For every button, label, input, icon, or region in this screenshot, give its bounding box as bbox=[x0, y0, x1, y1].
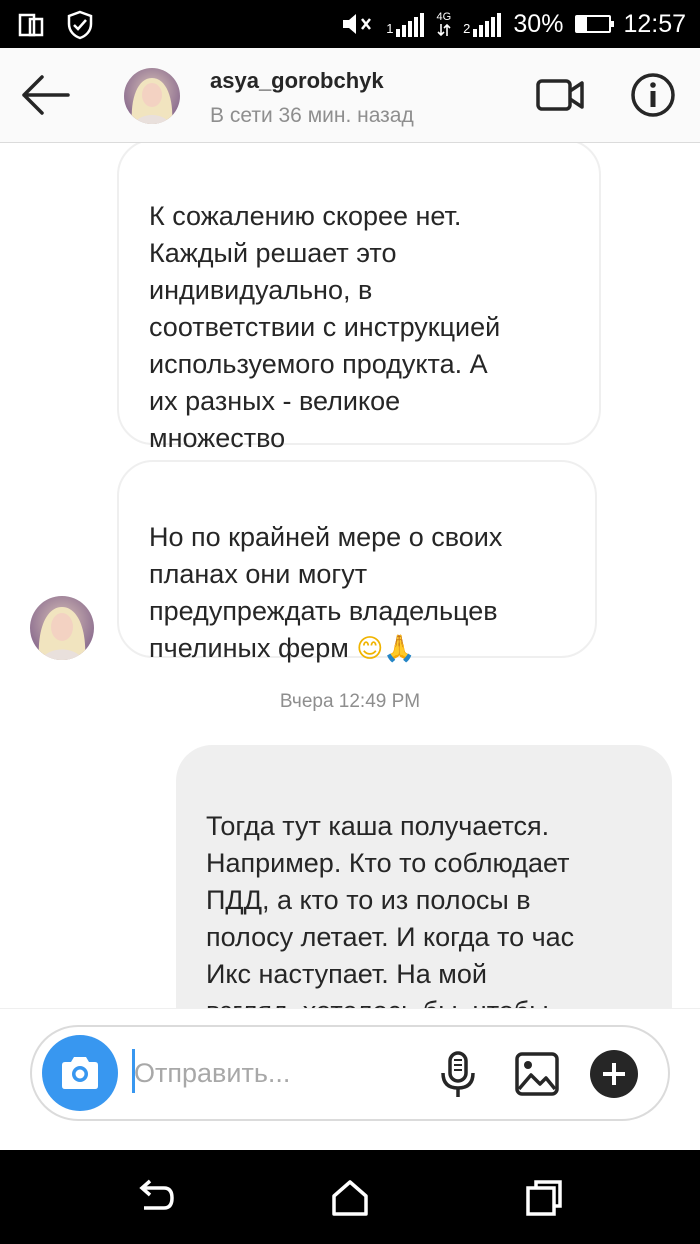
system-navigation-bar bbox=[0, 1150, 700, 1244]
chat-username[interactable]: asya_gorobchyk bbox=[210, 68, 384, 94]
info-icon bbox=[631, 73, 675, 117]
gallery-button[interactable] bbox=[514, 1051, 560, 1097]
nav-recents-button[interactable] bbox=[522, 1176, 566, 1220]
video-call-icon bbox=[536, 79, 584, 111]
avatar[interactable] bbox=[124, 68, 180, 124]
camera-button[interactable] bbox=[42, 1035, 118, 1111]
message-text: Тогда тут каша получается. Например. Кто… bbox=[206, 811, 575, 1009]
nav-recents-icon bbox=[526, 1180, 562, 1216]
network-4g-icon: 4G bbox=[436, 11, 451, 37]
composer-area bbox=[0, 1008, 700, 1151]
info-button[interactable] bbox=[630, 72, 676, 118]
video-call-button[interactable] bbox=[534, 72, 586, 118]
signal-sim1-icon: 1 bbox=[386, 11, 425, 37]
plus-icon bbox=[603, 1063, 625, 1085]
back-arrow-icon bbox=[22, 75, 70, 115]
gallery-icon bbox=[515, 1052, 559, 1096]
message-composer bbox=[30, 1025, 670, 1121]
chat-header: asya_gorobchyk В сети 36 мин. назад bbox=[0, 48, 700, 143]
shield-check-icon bbox=[66, 10, 94, 40]
presence-status: В сети 36 мин. назад bbox=[210, 104, 414, 127]
battery-icon bbox=[575, 15, 615, 33]
message-text: Но по крайней мере о своих планах они мо… bbox=[149, 522, 503, 663]
emoji: 😊🙏 bbox=[356, 634, 416, 664]
sender-avatar[interactable] bbox=[30, 596, 94, 660]
back-button[interactable] bbox=[18, 72, 74, 118]
signal-sim2-icon: 2 bbox=[463, 11, 502, 37]
more-options-button[interactable] bbox=[590, 1050, 638, 1098]
nav-home-icon bbox=[332, 1180, 368, 1216]
nav-home-button[interactable] bbox=[328, 1176, 372, 1220]
message-text: К сожалению скорее нет. Каждый решает эт… bbox=[149, 201, 501, 453]
clock: 12:57 bbox=[623, 9, 686, 38]
nav-back-icon bbox=[139, 1179, 174, 1210]
screen-mirror-icon bbox=[18, 10, 46, 40]
message-timestamp: Вчера 12:49 PM bbox=[279, 691, 421, 712]
battery-percent: 30% bbox=[513, 9, 564, 38]
microphone-icon bbox=[441, 1051, 475, 1097]
text-cursor bbox=[132, 1049, 135, 1093]
camera-icon bbox=[62, 1057, 98, 1089]
message-bubble-incoming[interactable]: Но по крайней мере о своих планах они мо… bbox=[117, 460, 597, 664]
message-bubble-outgoing[interactable]: Тогда тут каша получается. Например. Кто… bbox=[176, 745, 672, 1009]
message-input[interactable] bbox=[132, 1049, 426, 1097]
message-thread[interactable]: К сожалению скорее нет. Каждый решает эт… bbox=[0, 143, 700, 1009]
message-bubble-incoming[interactable]: К сожалению скорее нет. Каждый решает эт… bbox=[117, 143, 601, 453]
mute-icon bbox=[340, 11, 374, 37]
nav-back-button[interactable] bbox=[134, 1176, 178, 1220]
voice-message-button[interactable] bbox=[438, 1051, 478, 1099]
status-bar: 1 4G 2 30% 12:57 bbox=[0, 0, 700, 48]
